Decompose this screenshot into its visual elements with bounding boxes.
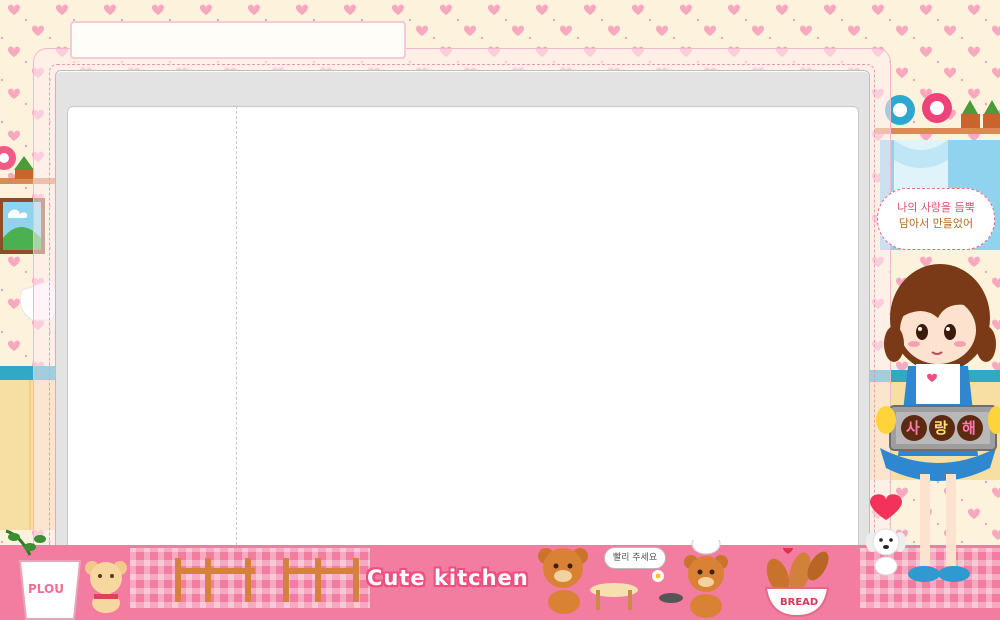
bread-label: BREAD	[780, 597, 819, 608]
plant-pot-icon	[5, 529, 82, 620]
cookie-2: 랑	[934, 419, 948, 437]
girl-speech-bubble: 나의 사랑을 듬뿍 담아서 만들었어	[877, 188, 995, 250]
speech-line-1: 나의 사랑을 듬뿍	[897, 201, 975, 214]
main-panel[interactable]	[236, 106, 859, 550]
title-bar	[70, 21, 406, 59]
speech-line-2: 담아서 만들었어	[898, 217, 974, 230]
pot-label: PLOU	[28, 582, 64, 596]
cookie-3: 해	[962, 419, 976, 437]
bear-icon	[85, 561, 127, 613]
cute-kitchen-logo: Cute kitchen	[367, 566, 529, 590]
wooden-chairs-icon	[175, 558, 359, 602]
cookie-1: 사	[906, 419, 920, 437]
bears-speech-bubble: 빨리 주세요	[604, 547, 666, 569]
left-panel[interactable]	[67, 106, 237, 550]
